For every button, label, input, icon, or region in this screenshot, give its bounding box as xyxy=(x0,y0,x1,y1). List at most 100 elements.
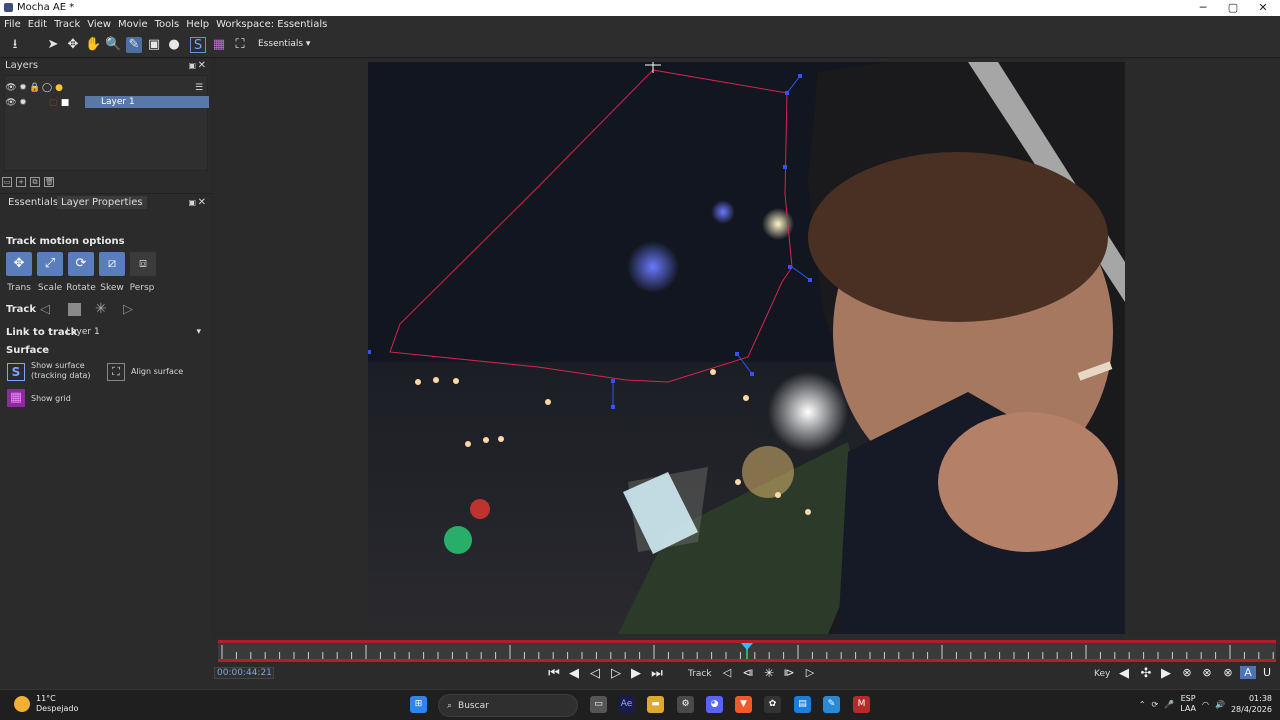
persp-toggle[interactable]: ⧈ xyxy=(130,252,156,276)
key-option-2-icon[interactable]: ⊗ xyxy=(1199,666,1215,679)
track-back-icon[interactable]: ◁ xyxy=(719,666,735,679)
video-frame[interactable] xyxy=(368,62,1125,634)
go-to-start-icon[interactable]: ⏮ xyxy=(546,666,562,681)
track-frame-icon[interactable]: ✳ xyxy=(95,301,107,317)
sync-icon[interactable]: ⟳ xyxy=(1152,700,1159,709)
menu-tools[interactable]: Tools xyxy=(155,19,180,30)
key-option-3-icon[interactable]: ⊗ xyxy=(1220,666,1236,679)
menu-movie[interactable]: Movie xyxy=(118,19,148,30)
float-panel-icon[interactable]: ▣ xyxy=(188,59,196,73)
workspace-select[interactable]: Essentials ▾ xyxy=(258,39,310,49)
menu-view[interactable]: View xyxy=(87,19,111,30)
grid-tool-icon[interactable]: ▦ xyxy=(211,37,227,53)
wifi-icon[interactable]: ◠ xyxy=(1202,700,1209,709)
rectangle-tool-icon[interactable]: ▣ xyxy=(146,37,162,53)
close-button[interactable]: ✕ xyxy=(1248,0,1278,16)
after-effects-icon[interactable]: Ae xyxy=(618,696,635,713)
taskbar-search[interactable]: ⌕ Buscar xyxy=(438,694,578,717)
key-option-1-icon[interactable]: ⊗ xyxy=(1179,666,1195,679)
viewer[interactable] xyxy=(213,59,1280,637)
select-points-icon[interactable]: ✥ xyxy=(65,37,81,53)
tray-chevron-up-icon[interactable]: ⌃ xyxy=(1139,700,1146,709)
align-surface-label[interactable]: Align surface xyxy=(131,367,183,376)
chatgpt-icon[interactable]: ✿ xyxy=(764,696,781,713)
visibility-eye-icon[interactable]: 👁 xyxy=(5,97,17,109)
show-surface-icon[interactable]: S xyxy=(7,363,25,381)
track-back-frame-icon[interactable]: ⧏ xyxy=(740,666,756,679)
auto-key-icon[interactable]: A xyxy=(1240,666,1256,679)
clock[interactable]: 01:38 28/4/2026 xyxy=(1231,693,1272,715)
menu-help[interactable]: Help xyxy=(186,19,209,30)
new-folder-icon[interactable]: ▭ xyxy=(2,177,12,187)
track-forward-icon[interactable]: ▷ xyxy=(123,302,133,317)
track-forward-frame-icon[interactable]: ⧐ xyxy=(781,666,797,679)
process-gear-icon[interactable]: ✹ xyxy=(17,97,29,109)
rotate-toggle[interactable]: ⟳ xyxy=(68,252,94,276)
zoom-tool-icon[interactable]: 🔍 xyxy=(105,37,121,53)
microphone-icon[interactable]: 🎤 xyxy=(1164,700,1174,709)
show-surface-label[interactable]: Show surface (tracking data) xyxy=(31,361,103,381)
lock-icon[interactable]: 🔒 xyxy=(29,82,41,94)
next-key-icon[interactable]: ▶ xyxy=(1158,666,1174,681)
task-view-icon[interactable]: ▭ xyxy=(590,696,607,713)
show-grid-label[interactable]: Show grid xyxy=(31,394,71,403)
language-indicator[interactable]: ESP LAA xyxy=(1180,694,1196,714)
timeline-scrubber[interactable] xyxy=(218,640,1276,662)
track-forward-icon-2[interactable]: ▷ xyxy=(802,666,818,679)
close-props-icon[interactable]: ✕ xyxy=(198,197,206,208)
close-panel-icon[interactable]: ✕ xyxy=(198,59,206,73)
go-to-end-icon[interactable]: ⏭ xyxy=(649,666,665,681)
eye-icon[interactable]: 👁 xyxy=(5,82,17,94)
track-backward-icon[interactable]: ◁ xyxy=(40,302,50,317)
ellipse-tool-icon[interactable]: ● xyxy=(166,37,182,53)
delete-layer-icon[interactable]: 🗑 xyxy=(44,177,54,187)
vscode-icon[interactable]: ✎ xyxy=(823,696,840,713)
mocha-icon[interactable]: M xyxy=(853,696,870,713)
trans-toggle[interactable]: ✥ xyxy=(6,252,32,276)
layer-color-icon[interactable]: ▢ xyxy=(47,97,59,109)
gear-icon[interactable]: ✹ xyxy=(17,82,29,94)
add-key-icon[interactable]: ✣ xyxy=(1138,666,1154,681)
menu-track[interactable]: Track xyxy=(54,19,80,30)
duplicate-layer-icon[interactable]: ⧉ xyxy=(30,177,40,187)
play-icon[interactable]: ▶ xyxy=(628,666,644,681)
weather-widget[interactable]: 11°C Despejado xyxy=(14,694,78,714)
link-to-track-select[interactable]: Layer 1 ▾ xyxy=(66,327,204,339)
stop-track-icon[interactable] xyxy=(68,303,81,316)
float-props-icon[interactable]: ▣ xyxy=(188,198,196,207)
skew-toggle[interactable]: ⧄ xyxy=(99,252,125,276)
brave-icon[interactable]: ▼ xyxy=(735,696,752,713)
step-forward-icon[interactable]: ▷ xyxy=(608,666,624,681)
minimize-button[interactable]: ─ xyxy=(1188,0,1218,16)
tab-layer-properties[interactable]: Layer Properties xyxy=(57,196,147,209)
color-icon[interactable]: ● xyxy=(53,82,65,94)
restore-button[interactable]: ▢ xyxy=(1218,0,1248,16)
hand-tool-icon[interactable]: ✋ xyxy=(85,37,101,53)
menu-workspace[interactable]: Workspace: Essentials xyxy=(216,19,327,30)
save-icon[interactable]: ⭳ xyxy=(7,37,23,53)
step-back-icon[interactable]: ◀ xyxy=(566,666,582,681)
show-grid-icon[interactable]: ▦ xyxy=(7,389,25,407)
uber-key-icon[interactable]: U xyxy=(1259,666,1275,679)
settings-gear-icon[interactable]: ⚙ xyxy=(677,696,694,713)
layer-swatch-icon[interactable]: ■ xyxy=(59,97,71,109)
fit-view-icon[interactable]: ⛶ xyxy=(232,37,248,53)
new-layer-icon[interactable]: + xyxy=(16,177,26,187)
file-explorer-icon[interactable]: ▬ xyxy=(647,696,664,713)
select-tool-icon[interactable]: ➤ xyxy=(45,37,61,53)
layer-menu-icon[interactable]: ☰ xyxy=(193,82,205,94)
windows-start-icon[interactable]: ⊞ xyxy=(410,696,427,713)
play-backward-icon[interactable]: ◁ xyxy=(587,666,603,681)
volume-icon[interactable]: 🔊 xyxy=(1215,700,1225,709)
timecode-field[interactable]: 00:00:44:21 xyxy=(214,667,274,679)
matte-icon[interactable]: ◯ xyxy=(41,82,53,94)
track-current-icon[interactable]: ✳ xyxy=(761,666,777,680)
xspline-pen-icon[interactable]: ✎ xyxy=(126,37,142,53)
prev-key-icon[interactable]: ◀ xyxy=(1116,666,1132,681)
store-icon[interactable]: ▤ xyxy=(794,696,811,713)
menu-file[interactable]: File xyxy=(4,19,21,30)
scale-toggle[interactable]: ⤢ xyxy=(37,252,63,276)
tab-essentials[interactable]: Essentials xyxy=(4,196,62,209)
discord-icon[interactable]: ◕ xyxy=(706,696,723,713)
layer-name[interactable]: Layer 1 xyxy=(85,96,209,108)
